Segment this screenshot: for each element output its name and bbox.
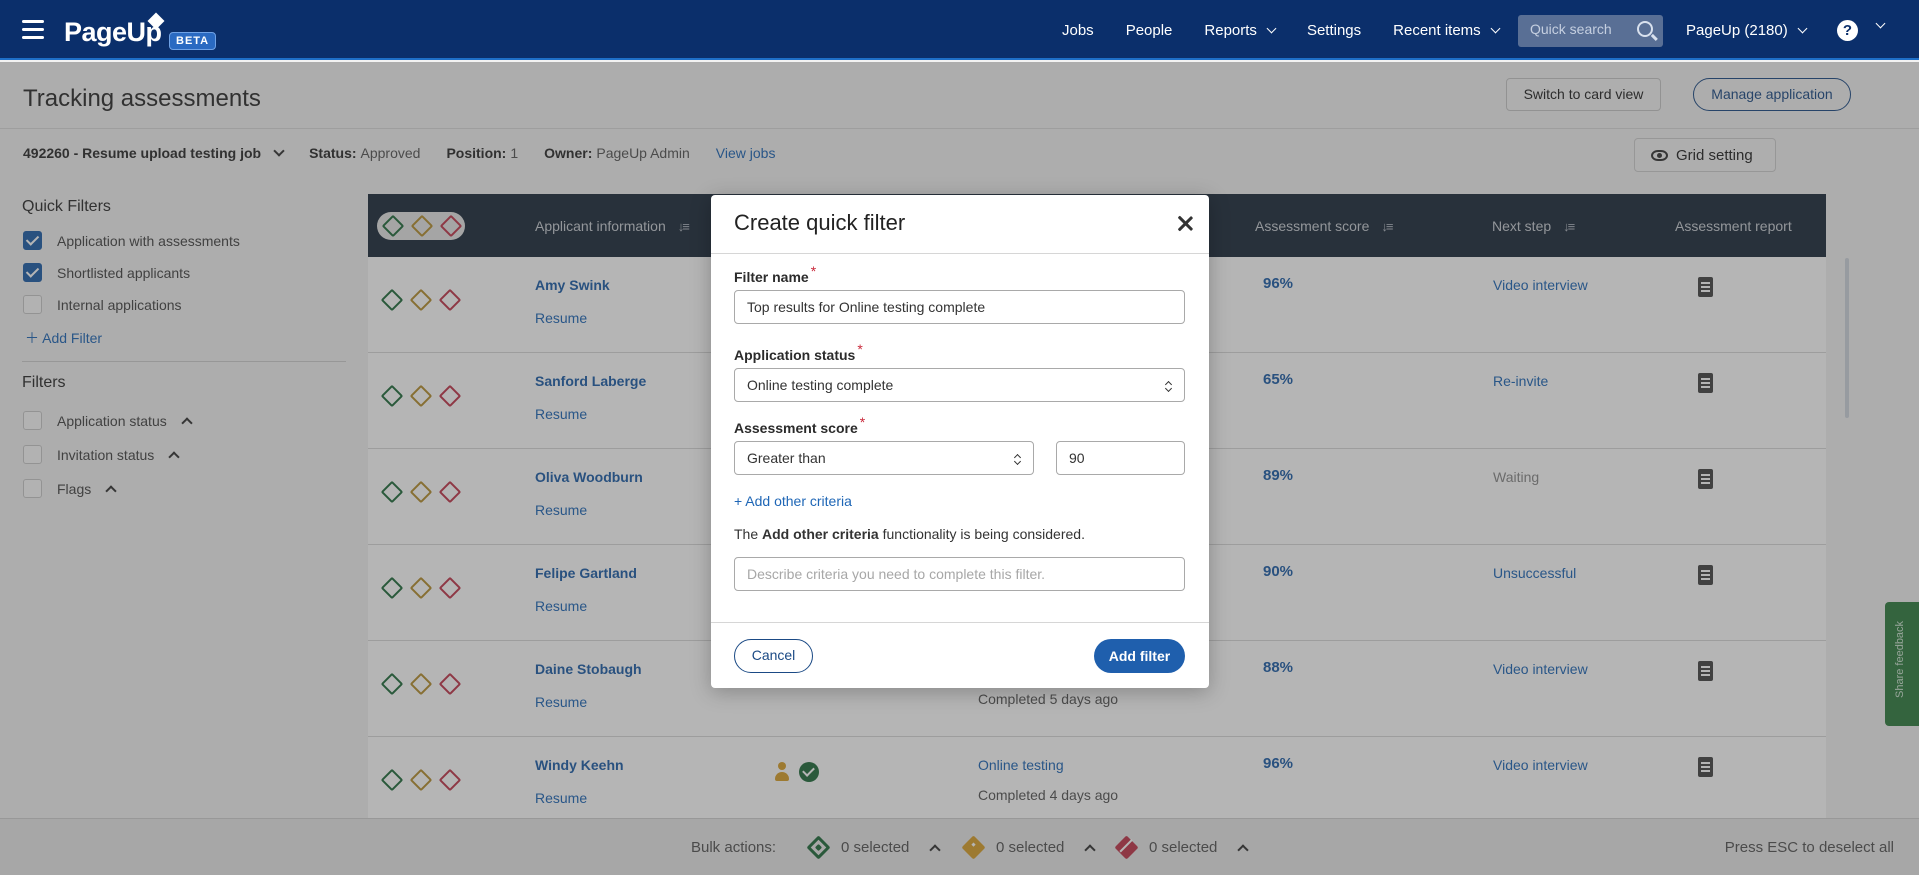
top-nav: PageUp BETA Jobs People Reports Settings… [0,0,1919,60]
chevron-down-icon [1490,23,1501,33]
nav-people[interactable]: People [1126,22,1173,39]
select-arrows-icon [1166,380,1172,392]
application-status-select[interactable]: Online testing complete [734,368,1185,402]
score-operator-select[interactable]: Greater than [734,441,1034,475]
chevron-down-icon[interactable] [1875,18,1886,29]
beta-badge: BETA [169,32,217,50]
hamburger-menu-icon[interactable] [22,20,44,40]
select-arrows-icon [1015,453,1021,465]
close-icon[interactable] [1174,213,1196,235]
criteria-note: The Add other criteria functionality is … [734,526,1085,542]
chevron-down-icon [1797,23,1808,34]
add-other-criteria-link[interactable]: + Add other criteria [734,493,852,509]
account-menu[interactable]: PageUp (2180) [1686,22,1808,39]
quick-search-input[interactable]: Quick search [1518,15,1663,47]
create-quick-filter-dialog: Create quick filter Filter name * Top res… [711,195,1209,688]
describe-criteria-input[interactable]: Describe criteria you need to complete t… [734,557,1185,591]
application-status-label: Application status * [734,341,863,363]
divider [711,622,1209,623]
assessment-score-label: Assessment score * [734,414,866,436]
help-icon[interactable]: ? [1837,20,1858,41]
filter-name-label: Filter name * [734,263,817,285]
nav-reports[interactable]: Reports [1204,22,1277,39]
divider [711,253,1209,254]
nav-recent-items[interactable]: Recent items [1393,22,1501,39]
dialog-title: Create quick filter [734,210,906,235]
pageup-logo[interactable]: PageUp [64,17,162,48]
search-icon [1637,21,1653,37]
chevron-down-icon [1266,23,1277,33]
nav-jobs[interactable]: Jobs [1062,22,1094,39]
nav-menu: Jobs People Reports Settings Recent item… [1062,0,1531,60]
cancel-button[interactable]: Cancel [734,639,813,673]
filter-name-input[interactable]: Top results for Online testing complete [734,290,1185,324]
add-filter-button[interactable]: Add filter [1094,639,1185,673]
nav-settings[interactable]: Settings [1307,22,1361,39]
score-value-input[interactable]: 90 [1056,441,1185,475]
